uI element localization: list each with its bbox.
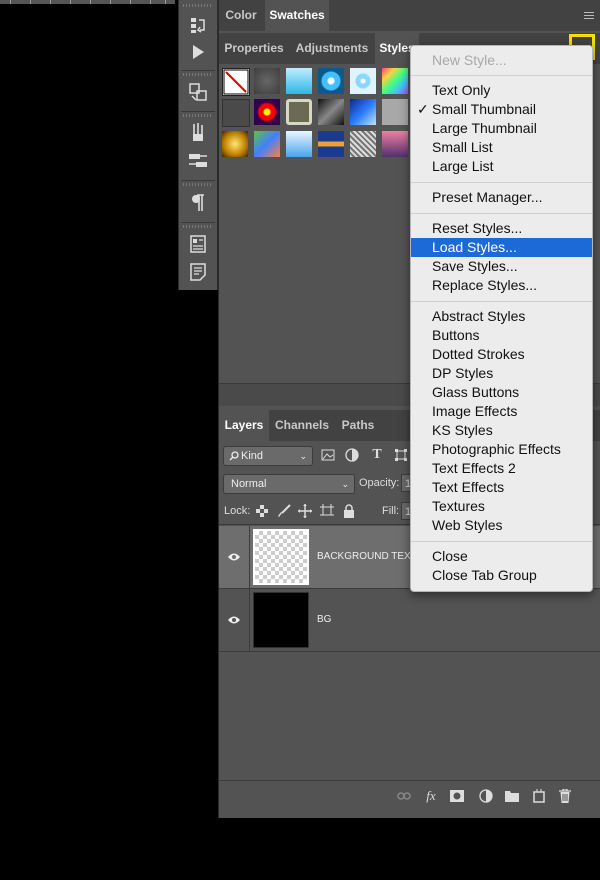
tab-channels[interactable]: Channels bbox=[271, 410, 333, 441]
style-swatch[interactable] bbox=[382, 68, 408, 94]
menu-item-close[interactable]: Close bbox=[411, 547, 592, 566]
add-mask-icon[interactable] bbox=[450, 789, 464, 803]
menu-item-image-effects[interactable]: Image Effects bbox=[411, 402, 592, 421]
character-styles-icon[interactable] bbox=[186, 233, 210, 255]
menu-item-dp-styles[interactable]: DP Styles bbox=[411, 364, 592, 383]
menu-item-web-styles[interactable]: Web Styles bbox=[411, 516, 592, 535]
style-swatch[interactable] bbox=[254, 68, 280, 94]
tab-layers[interactable]: Layers bbox=[219, 410, 269, 441]
menu-item-replace-styles[interactable]: Replace Styles... bbox=[411, 276, 592, 295]
style-swatch[interactable] bbox=[382, 131, 408, 157]
shape-filter-icon[interactable] bbox=[394, 448, 408, 462]
panel-dock-strip bbox=[178, 0, 218, 290]
style-swatch[interactable] bbox=[286, 131, 312, 157]
layer-filter-label: Kind bbox=[241, 450, 264, 462]
dock-grip[interactable] bbox=[183, 4, 213, 7]
play-action-icon[interactable] bbox=[186, 41, 210, 63]
menu-item-photographic-effects[interactable]: Photographic Effects bbox=[411, 440, 592, 459]
eye-icon[interactable] bbox=[219, 526, 250, 588]
layer-name[interactable]: BACKGROUND TEX bbox=[317, 526, 411, 588]
style-swatch[interactable] bbox=[222, 68, 250, 96]
menu-item-glass-buttons[interactable]: Glass Buttons bbox=[411, 383, 592, 402]
menu-item-load-styles[interactable]: Load Styles... bbox=[411, 238, 592, 257]
style-swatch[interactable] bbox=[222, 99, 250, 127]
style-swatch[interactable] bbox=[222, 131, 248, 157]
new-layer-icon[interactable] bbox=[532, 789, 546, 803]
checkmark-icon: ✓ bbox=[417, 101, 429, 117]
eye-icon[interactable] bbox=[219, 589, 250, 651]
menu-item-close-tab-group[interactable]: Close Tab Group bbox=[411, 566, 592, 585]
style-swatch[interactable] bbox=[318, 99, 344, 125]
lock-all-icon[interactable] bbox=[342, 504, 356, 518]
menu-item-abstract-styles[interactable]: Abstract Styles bbox=[411, 307, 592, 326]
adjustment-filter-icon[interactable] bbox=[345, 448, 359, 462]
clone-source-icon[interactable] bbox=[186, 81, 210, 103]
lock-position-icon[interactable] bbox=[298, 504, 312, 518]
menu-item-ks-styles[interactable]: KS Styles bbox=[411, 421, 592, 440]
menu-item-dotted-strokes[interactable]: Dotted Strokes bbox=[411, 345, 592, 364]
tab-color[interactable]: Color bbox=[219, 0, 263, 31]
tab-adjustments[interactable]: Adjustments bbox=[291, 33, 373, 64]
menu-item-large-thumbnail[interactable]: Large Thumbnail bbox=[411, 119, 592, 138]
tab-paths[interactable]: Paths bbox=[335, 410, 381, 441]
style-swatch[interactable] bbox=[286, 99, 312, 125]
menu-item-label: Small Thumbnail bbox=[432, 101, 537, 117]
fx-icon[interactable]: fx bbox=[424, 788, 438, 803]
layer-filter-select[interactable]: Kind ⌄ bbox=[223, 446, 313, 466]
style-swatch[interactable] bbox=[382, 99, 408, 125]
search-icon bbox=[229, 447, 239, 471]
style-swatch[interactable] bbox=[318, 68, 344, 94]
menu-item-text-only[interactable]: Text Only bbox=[411, 81, 592, 100]
chevron-down-icon: ⌄ bbox=[341, 479, 349, 489]
menu-item-textures[interactable]: Textures bbox=[411, 497, 592, 516]
blend-mode-select[interactable]: Normal ⌄ bbox=[223, 474, 355, 494]
link-layers-icon[interactable] bbox=[397, 789, 411, 803]
history-icon[interactable] bbox=[186, 14, 210, 36]
style-swatch[interactable] bbox=[350, 99, 376, 125]
menu-item-text-effects[interactable]: Text Effects bbox=[411, 478, 592, 497]
style-swatch[interactable] bbox=[350, 131, 376, 157]
paragraph-icon[interactable] bbox=[186, 192, 210, 214]
lock-label: Lock: bbox=[224, 505, 251, 517]
ruler bbox=[0, 0, 175, 4]
layer-thumbnail bbox=[253, 592, 309, 648]
style-swatch[interactable] bbox=[286, 68, 312, 94]
color-swatches-tabbar: Color Swatches bbox=[219, 0, 600, 31]
blend-mode-value: Normal bbox=[231, 478, 267, 490]
tab-swatches[interactable]: Swatches bbox=[265, 0, 329, 31]
menu-item-reset-styles[interactable]: Reset Styles... bbox=[411, 219, 592, 238]
chevron-down-icon: ⌄ bbox=[299, 451, 307, 461]
tool-presets-icon[interactable] bbox=[186, 150, 210, 172]
menu-item-new-style: New Style... bbox=[432, 52, 507, 68]
menu-item-save-styles[interactable]: Save Styles... bbox=[411, 257, 592, 276]
menu-item-buttons[interactable]: Buttons bbox=[411, 326, 592, 345]
type-filter-icon[interactable]: T bbox=[370, 447, 384, 462]
folder-icon[interactable] bbox=[505, 789, 519, 803]
menu-item-large-list[interactable]: Large List bbox=[411, 157, 592, 176]
panel-menu-icon[interactable] bbox=[584, 12, 594, 19]
fill-label: Fill: bbox=[382, 505, 400, 517]
style-swatch[interactable] bbox=[254, 131, 280, 157]
layer-row[interactable]: BG bbox=[219, 589, 600, 651]
trash-icon[interactable] bbox=[558, 789, 572, 803]
menu-item-small-list[interactable]: Small List bbox=[411, 138, 592, 157]
menu-item-preset-manager[interactable]: Preset Manager... bbox=[411, 188, 592, 207]
lock-artboard-icon[interactable] bbox=[320, 504, 334, 518]
pixel-filter-icon[interactable] bbox=[321, 448, 335, 462]
style-swatch[interactable] bbox=[254, 99, 280, 125]
style-swatch[interactable] bbox=[318, 131, 344, 157]
tab-properties[interactable]: Properties bbox=[219, 33, 289, 64]
notes-icon[interactable] bbox=[186, 261, 210, 283]
layer-name[interactable]: BG bbox=[317, 589, 331, 651]
lock-pixels-icon[interactable] bbox=[277, 504, 291, 518]
brush-presets-icon[interactable] bbox=[186, 121, 210, 143]
style-swatch[interactable] bbox=[350, 68, 376, 94]
styles-panel-menu: New Style... Text Only ✓ Small Thumbnail… bbox=[410, 45, 593, 592]
lock-transparent-icon[interactable] bbox=[255, 504, 269, 518]
layer-thumbnail bbox=[253, 529, 309, 585]
menu-item-small-thumbnail[interactable]: ✓ Small Thumbnail bbox=[411, 100, 592, 119]
menu-item-text-effects-2[interactable]: Text Effects 2 bbox=[411, 459, 592, 478]
adjustment-layer-icon[interactable] bbox=[479, 789, 493, 803]
opacity-label: Opacity: bbox=[359, 477, 400, 489]
